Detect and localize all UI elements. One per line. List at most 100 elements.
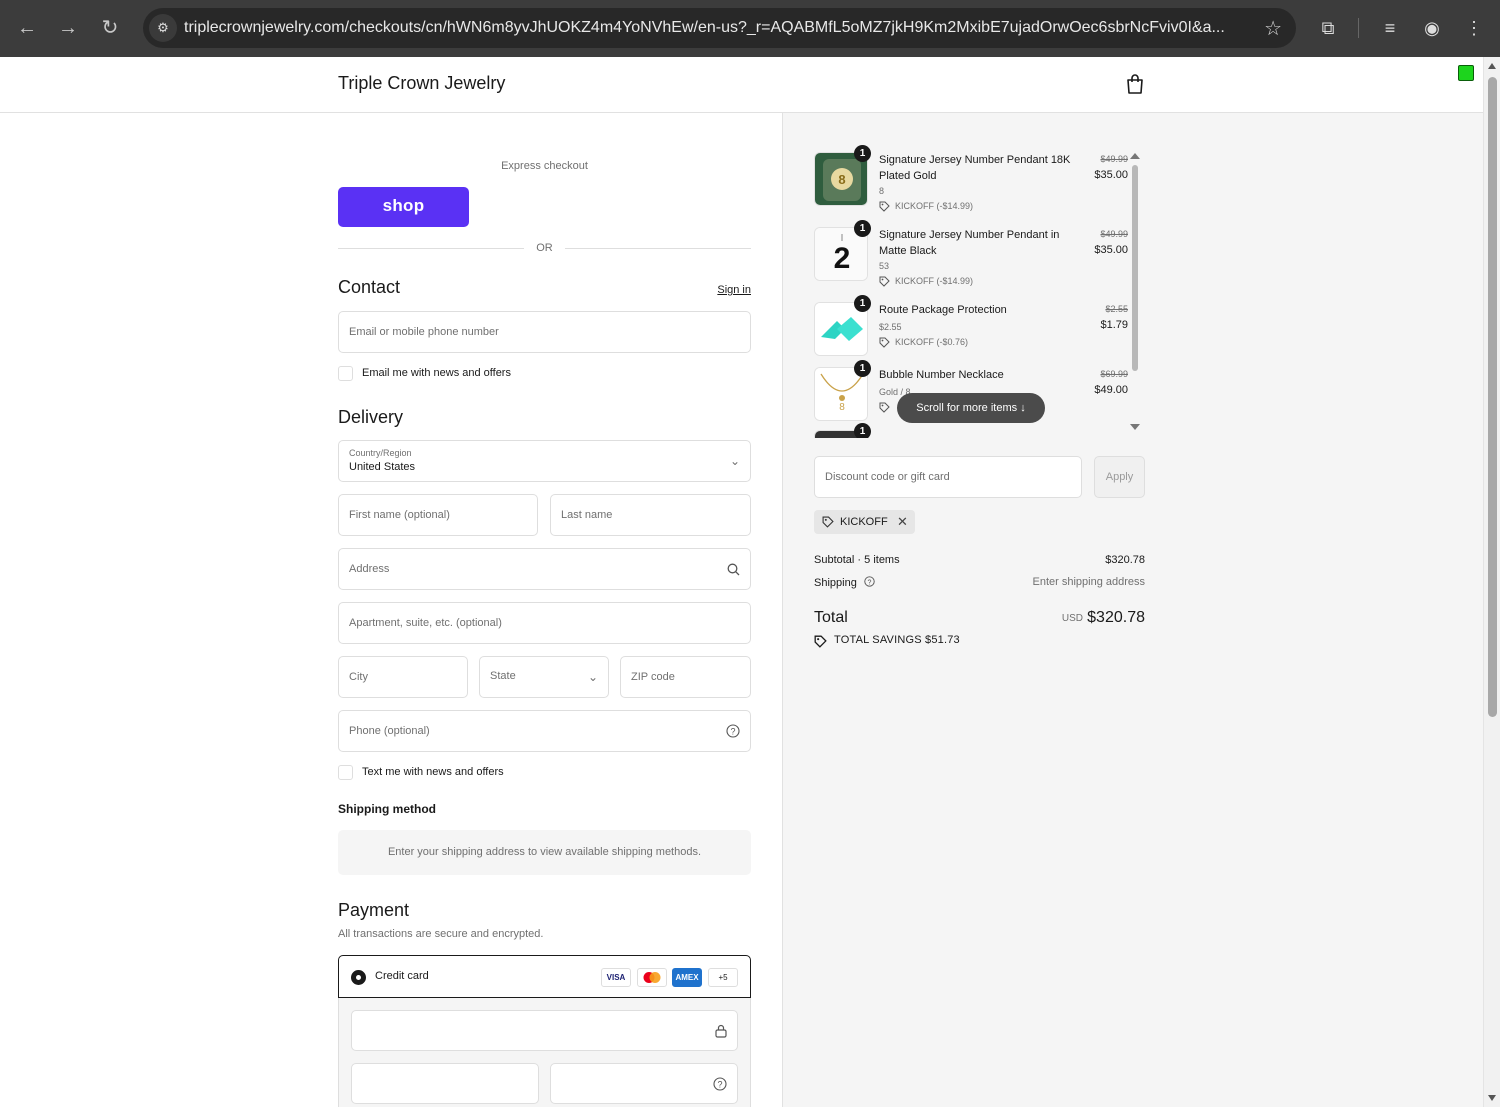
- extensions-icon[interactable]: ⧉: [1314, 14, 1342, 42]
- tag-icon: [879, 201, 890, 212]
- scroll-down-icon[interactable]: [1488, 1095, 1496, 1101]
- address-field[interactable]: Address: [338, 548, 751, 590]
- security-code-field[interactable]: ?: [550, 1063, 738, 1104]
- shop-pay-button[interactable]: shop: [338, 187, 469, 227]
- menu-kebab-icon[interactable]: ⋮: [1460, 14, 1488, 42]
- items-scrollbar[interactable]: [1130, 153, 1140, 430]
- apartment-placeholder: Apartment, suite, etc. (optional): [349, 617, 502, 629]
- shipping-row: Shipping ? Enter shipping address: [814, 576, 1145, 589]
- cart-item: 1 Route Package Protection $2.55 KICKOFF…: [814, 295, 1128, 356]
- svg-text:2: 2: [834, 242, 851, 275]
- media-controls-icon[interactable]: ≡: [1376, 14, 1404, 42]
- page-scrollbar[interactable]: [1483, 57, 1500, 1107]
- product-discount: KICKOFF (-$14.99): [895, 201, 974, 211]
- phone-field[interactable]: Phone (optional) ?: [338, 710, 751, 752]
- product-name: Route Package Protection: [879, 304, 1007, 316]
- card-number-field[interactable]: [351, 1010, 738, 1051]
- items-scrollbar-thumb[interactable]: [1132, 165, 1138, 371]
- country-label: Country/Region: [349, 448, 412, 458]
- shipping-label: Shipping: [814, 577, 857, 589]
- discount-code-label: KICKOFF: [840, 516, 888, 528]
- applied-discount-chip: KICKOFF ✕: [814, 510, 915, 534]
- email-field[interactable]: Email or mobile phone number: [338, 311, 751, 353]
- url-text[interactable]: triplecrownjewelry.com/checkouts/cn/hWN6…: [184, 19, 1244, 37]
- quantity-badge: 1: [854, 423, 871, 438]
- toolbar-divider: [1358, 18, 1359, 38]
- shopping-bag-icon[interactable]: [1125, 73, 1145, 95]
- subtotal-label: Subtotal · 5 items: [814, 554, 900, 566]
- svg-text:?: ?: [730, 727, 735, 737]
- status-indicator: [1458, 65, 1474, 81]
- original-price: $2.55: [1105, 304, 1128, 314]
- zip-placeholder: ZIP code: [631, 671, 675, 683]
- last-name-field[interactable]: Last name: [550, 494, 751, 536]
- subtotal-value: $320.78: [1105, 554, 1145, 566]
- profile-icon[interactable]: ◉: [1418, 14, 1446, 42]
- credit-card-radio[interactable]: [351, 970, 366, 985]
- discount-code-field[interactable]: Discount code or gift card: [814, 456, 1082, 498]
- credit-card-option[interactable]: Credit card VISA AMEX +5: [338, 955, 751, 998]
- forward-arrow-icon[interactable]: →: [54, 14, 82, 42]
- sale-price: $1.79: [1100, 319, 1128, 331]
- shipping-method-title: Shipping method: [338, 802, 436, 816]
- country-value: United States: [349, 461, 416, 473]
- sale-price: $49.00: [1094, 384, 1128, 396]
- address-bar[interactable]: ⚙ triplecrownjewelry.com/checkouts/cn/hW…: [143, 8, 1296, 48]
- email-placeholder: Email or mobile phone number: [349, 326, 499, 338]
- text-news-checkbox[interactable]: [338, 765, 353, 780]
- zip-field[interactable]: ZIP code: [620, 656, 751, 698]
- tag-icon: [879, 276, 890, 287]
- product-variant: 53: [879, 261, 890, 271]
- sale-price: $35.00: [1094, 169, 1128, 181]
- site-info-icon[interactable]: ⚙: [149, 14, 177, 42]
- apply-discount-button[interactable]: Apply: [1094, 456, 1145, 498]
- or-divider: OR: [338, 241, 751, 255]
- tag-icon: [822, 516, 834, 528]
- scroll-up-icon[interactable]: [1130, 153, 1140, 159]
- store-name[interactable]: Triple Crown Jewelry: [338, 73, 505, 94]
- chevron-down-icon: ⌄: [729, 454, 740, 468]
- bookmark-star-icon[interactable]: ☆: [1264, 16, 1282, 41]
- discount-placeholder: Discount code or gift card: [825, 471, 950, 483]
- scroll-more-button[interactable]: Scroll for more items ↓: [897, 393, 1045, 423]
- reload-icon[interactable]: ↻: [96, 14, 124, 42]
- scrollbar-thumb[interactable]: [1488, 77, 1497, 717]
- savings-tag-icon: [814, 635, 827, 648]
- cart-item: 2 1 Signature Jersey Number Pendant in M…: [814, 220, 1128, 291]
- address-placeholder: Address: [349, 563, 390, 575]
- product-name: Bubble Number Necklace: [879, 369, 1004, 381]
- cart-item: 8 1 Signature Jersey Number Pendant 18K …: [814, 145, 1128, 216]
- total-value: $320.78: [1087, 609, 1145, 626]
- original-price: $49.99: [1100, 154, 1128, 164]
- first-name-field[interactable]: First name (optional): [338, 494, 538, 536]
- country-select[interactable]: Country/Region United States ⌄: [338, 440, 751, 482]
- text-news-label: Text me with news and offers: [362, 766, 504, 778]
- svg-text:8: 8: [838, 172, 845, 187]
- product-discount: KICKOFF (-$14.99): [895, 276, 974, 286]
- help-circle-icon[interactable]: ?: [864, 576, 875, 587]
- chevron-down-icon: ⌄: [587, 670, 598, 684]
- help-circle-icon[interactable]: ?: [713, 1077, 727, 1091]
- apartment-field[interactable]: Apartment, suite, etc. (optional): [338, 602, 751, 644]
- svg-text:?: ?: [717, 1080, 722, 1090]
- delivery-title: Delivery: [338, 407, 404, 427]
- svg-text:?: ?: [867, 579, 871, 586]
- remove-discount-icon[interactable]: ✕: [897, 510, 908, 534]
- back-arrow-icon[interactable]: ←: [13, 14, 41, 42]
- total-label: Total: [814, 609, 848, 626]
- state-select[interactable]: State ⌄: [479, 656, 609, 698]
- product-variant: 8: [879, 186, 885, 196]
- tag-icon: [879, 402, 890, 413]
- scroll-up-icon[interactable]: [1488, 63, 1496, 69]
- email-news-label: Email me with news and offers: [362, 367, 511, 379]
- city-field[interactable]: City: [338, 656, 468, 698]
- sign-in-link[interactable]: Sign in: [717, 284, 751, 296]
- expiration-field[interactable]: [351, 1063, 539, 1104]
- sale-price: $35.00: [1094, 244, 1128, 256]
- help-circle-icon[interactable]: ?: [726, 724, 740, 738]
- email-news-checkbox[interactable]: [338, 366, 353, 381]
- scroll-down-icon[interactable]: [1130, 424, 1140, 430]
- total-savings: TOTAL SAVINGS $51.73: [834, 634, 960, 646]
- quantity-badge: 1: [854, 295, 871, 312]
- search-icon: [727, 563, 740, 576]
